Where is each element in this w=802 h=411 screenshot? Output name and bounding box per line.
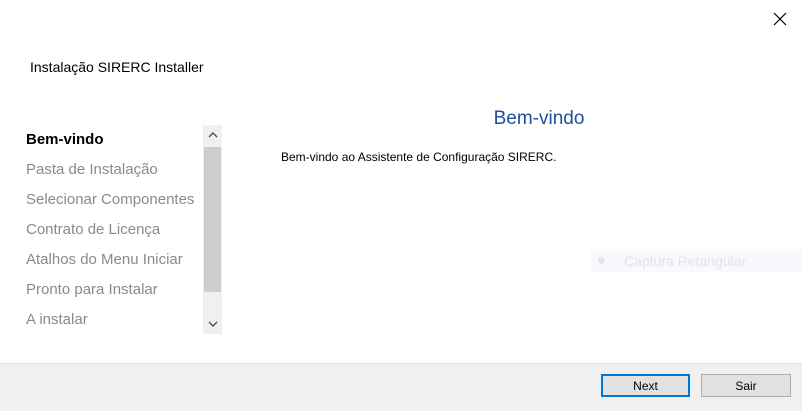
step-item-start-menu[interactable]: Atalhos do Menu Iniciar [26,251,183,268]
step-item-license[interactable]: Contrato de Licença [26,221,160,238]
close-icon [773,12,787,26]
scroll-down-button[interactable] [203,314,222,334]
scroll-thumb[interactable] [204,147,221,292]
step-item-install-folder[interactable]: Pasta de Instalação [26,161,158,178]
scroll-up-button[interactable] [203,125,222,145]
next-button[interactable]: Next [601,374,690,397]
step-item-installing[interactable]: A instalar [26,311,88,328]
chevron-down-icon [208,321,217,327]
faded-overlay-item: Captura Retangular [591,249,802,272]
step-item-select-components[interactable]: Selecionar Componentes [26,191,194,208]
close-button[interactable] [764,4,796,34]
step-item-welcome[interactable]: Bem-vindo [26,131,104,148]
steps-scrollbar[interactable] [203,125,222,334]
faded-overlay-label: Captura Retangular [624,253,747,269]
bullet-icon [598,257,605,264]
chevron-up-icon [208,132,217,138]
cancel-button[interactable]: Sair [701,374,791,397]
window-title: Instalação SIRERC Installer [30,59,204,75]
welcome-message: Bem-vindo ao Assistente de Configuração … [281,150,557,164]
footer-bar: Next Sair [0,363,802,411]
steps-list: Bem-vindo Pasta de Instalação Selecionar… [26,125,202,335]
page-title: Bem-vindo [493,108,585,129]
step-item-ready[interactable]: Pronto para Instalar [26,281,158,298]
